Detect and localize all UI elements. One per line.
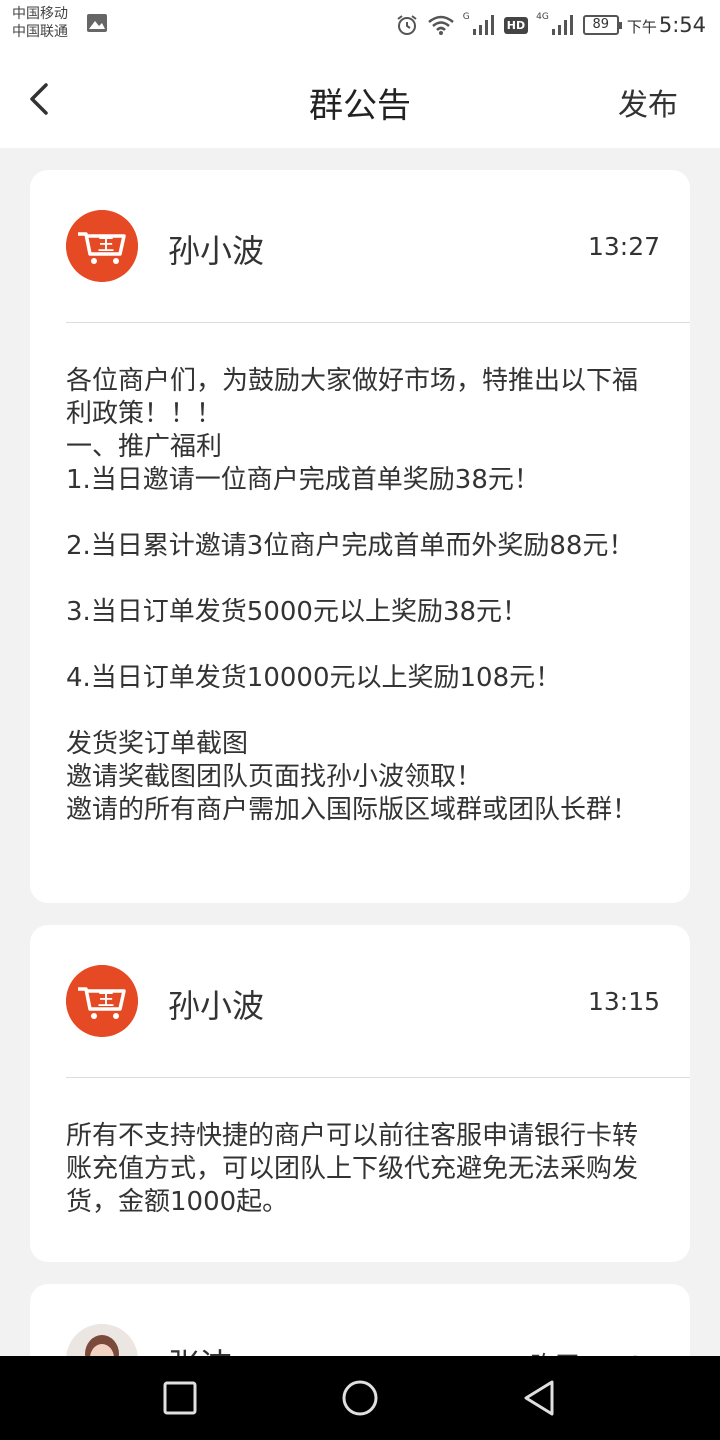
page-title: 群公告: [309, 86, 411, 126]
author-name: 孙小波: [168, 232, 265, 270]
signal-icon-2: [551, 15, 573, 35]
shop-cart-logo-icon: 王: [66, 965, 138, 1037]
announcement-card[interactable]: 王 孙小波 13:15 所有不支持快捷的商户可以前往客服申请银行卡转账充值方式，…: [30, 925, 690, 1262]
svg-text:王: 王: [98, 990, 114, 1009]
avatar[interactable]: 王: [66, 965, 138, 1037]
shop-cart-logo-icon: 王: [66, 210, 138, 282]
post-time: 13:27: [587, 232, 660, 261]
carrier-info: 中国移动 中国联通: [12, 5, 68, 41]
announcement-content: 所有不支持快捷的商户可以前往客服申请银行卡转账充值方式，可以团队上下级代充避免无…: [66, 1121, 639, 1217]
svg-text:王: 王: [98, 235, 114, 254]
announcement-content: 各位商户们，为鼓励大家做好市场，特推出以下福利政策！！！ 一、推广福利 1.当日…: [66, 366, 639, 825]
carrier-1: 中国移动: [12, 6, 68, 22]
divider: [66, 1077, 690, 1078]
publish-button[interactable]: 发布: [618, 80, 678, 124]
time-value: 5:54: [658, 13, 706, 37]
network-type-1: G: [462, 12, 470, 22]
system-nav-bar: [0, 1356, 720, 1440]
clock: 下午5:54: [627, 13, 706, 37]
hd-badge: HD: [503, 16, 529, 34]
status-icons: G HD 4G 89 下午5:54: [395, 10, 706, 40]
back-triangle-icon[interactable]: [520, 1378, 560, 1418]
network-type-2: 4G: [536, 12, 549, 22]
time-prefix: 下午: [626, 18, 657, 36]
divider: [66, 322, 690, 323]
image-notification-icon: [87, 14, 107, 32]
battery-level: 89: [592, 17, 610, 32]
header-bar: 群公告 发布: [0, 50, 720, 148]
avatar[interactable]: 王: [66, 210, 138, 282]
home-icon[interactable]: [340, 1378, 380, 1418]
announcement-card[interactable]: 王 孙小波 13:27 各位商户们，为鼓励大家做好市场，特推出以下福利政策！！！…: [30, 170, 690, 903]
signal-icon: [472, 15, 494, 35]
recent-apps-icon[interactable]: [160, 1378, 200, 1418]
wifi-icon: [427, 15, 454, 35]
battery-icon: 89: [582, 15, 622, 35]
post-time: 13:15: [587, 987, 660, 1016]
alarm-icon: [397, 15, 417, 35]
carrier-2: 中国联通: [12, 24, 68, 40]
author-name: 孙小波: [168, 987, 265, 1025]
status-bar: 中国移动 中国联通 G HD 4G 89 下午5:54: [0, 0, 720, 50]
